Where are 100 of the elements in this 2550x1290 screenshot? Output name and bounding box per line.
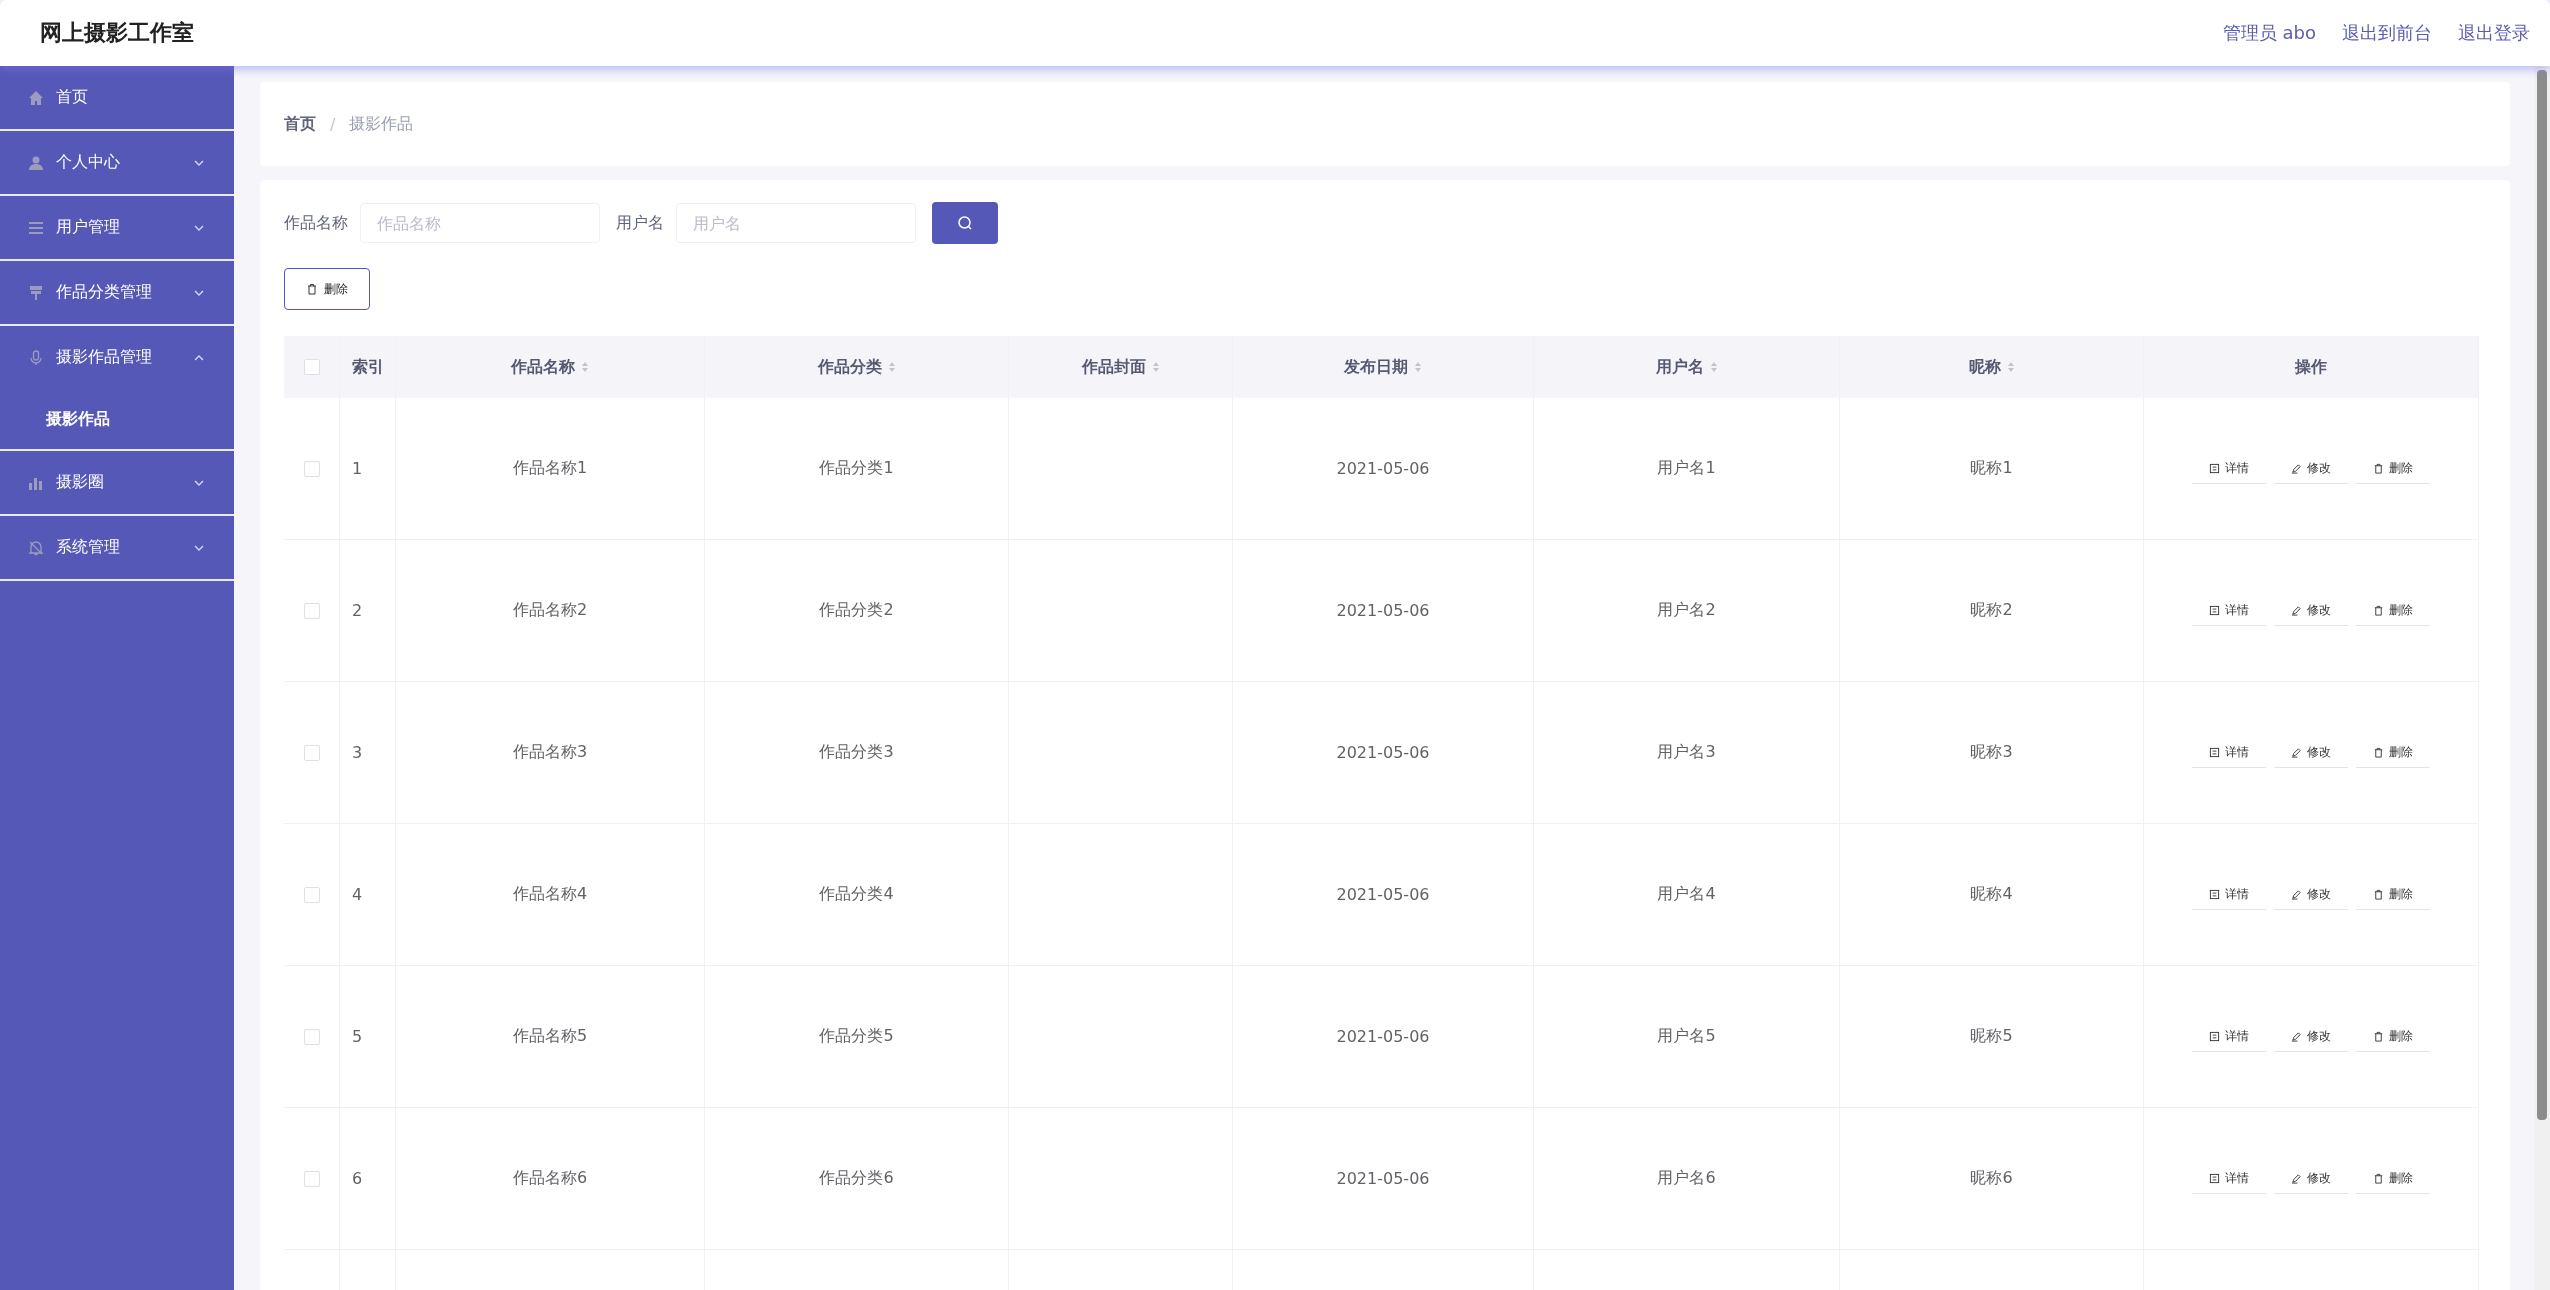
table-cell: 2021-05-06	[1336, 885, 1430, 904]
breadcrumb-separator: /	[330, 114, 336, 134]
table-cell: 6	[352, 1169, 363, 1188]
table-cell: 昵称4	[1970, 884, 2013, 905]
table-cell: 昵称3	[1970, 742, 2013, 763]
row-checkbox[interactable]	[303, 1028, 320, 1045]
column-header[interactable]: 作品封面	[1009, 336, 1233, 398]
table-cell: 用户名3	[1657, 742, 1716, 763]
bell-icon	[28, 539, 44, 556]
header-link[interactable]: 管理员 abo	[2222, 21, 2316, 45]
trash-icon	[2373, 462, 2384, 474]
table-cell: 昵称1	[1970, 458, 2013, 479]
pen-icon	[2291, 604, 2302, 616]
column-header[interactable]: 昵称	[1840, 336, 2144, 398]
sidebar-item[interactable]: 用户管理	[0, 196, 234, 259]
table-cell: 1	[352, 459, 363, 478]
scrollbar[interactable]	[2534, 66, 2550, 1290]
sidebar-item[interactable]: 摄影圈	[0, 451, 234, 514]
field-label: 作品名称	[284, 212, 348, 234]
trash-icon	[2373, 888, 2384, 900]
chevron-icon	[194, 224, 204, 231]
table-cell: 3	[352, 743, 363, 762]
table-cell: 作品名称6	[512, 1168, 588, 1189]
row-checkbox[interactable]	[303, 1170, 320, 1187]
sidebar-subitem[interactable]: 摄影作品	[0, 389, 234, 449]
table-cell: 作品分类1	[819, 458, 894, 479]
trash-icon	[2373, 1172, 2384, 1184]
table-cell: 作品分类3	[819, 742, 894, 763]
search-button[interactable]	[932, 202, 998, 244]
row-checkbox[interactable]	[303, 886, 320, 903]
microphone-icon	[28, 349, 44, 366]
table-cell: 昵称5	[1970, 1026, 2013, 1047]
table-cell: 作品分类6	[819, 1168, 894, 1189]
table-cell: 作品分类4	[819, 884, 894, 905]
stand-icon	[28, 284, 44, 301]
search-field[interactable]: 用户名	[676, 203, 916, 243]
sort-icon	[2006, 361, 2015, 373]
table-cell: 用户名2	[1657, 600, 1716, 621]
table-cell: 昵称2	[1970, 600, 2013, 621]
sort-icon	[1709, 361, 1718, 373]
pen-icon	[2291, 888, 2302, 900]
pen-icon	[2291, 746, 2302, 758]
table-cell: 作品名称3	[512, 742, 588, 763]
table-cell: 2021-05-06	[1336, 459, 1430, 478]
column-header[interactable]: 操作	[2144, 336, 2479, 398]
trash-icon	[2373, 1030, 2384, 1042]
row-checkbox[interactable]	[303, 602, 320, 619]
site-title: 网上摄影工作室	[40, 19, 194, 47]
select-all-checkbox[interactable]	[303, 359, 320, 375]
search-field[interactable]: 作品名称	[360, 203, 600, 243]
pen-icon	[2291, 462, 2302, 474]
field-label: 用户名	[616, 212, 664, 234]
user-icon	[28, 154, 44, 171]
row-checkbox[interactable]	[303, 744, 320, 761]
document-icon	[2209, 1030, 2220, 1042]
table-cell: 4	[352, 885, 363, 904]
sidebar-item[interactable]: 作品分类管理	[0, 261, 234, 324]
sidebar-item[interactable]: 系统管理	[0, 516, 234, 579]
pen-icon	[2291, 1172, 2302, 1184]
sort-icon	[581, 361, 589, 373]
sidebar-item[interactable]: 个人中心	[0, 131, 234, 194]
document-icon	[2209, 1172, 2220, 1184]
table-cell: 作品名称2	[512, 600, 588, 621]
column-header[interactable]: 发布日期	[1233, 336, 1534, 398]
column-header[interactable]: 用户名	[1534, 336, 1840, 398]
table-cell: 用户名6	[1657, 1168, 1716, 1189]
list-icon	[28, 219, 44, 236]
column-header[interactable]: 索引	[340, 336, 396, 398]
table-cell: 作品分类5	[819, 1026, 894, 1047]
header-link[interactable]: 退出登录	[2458, 21, 2530, 45]
table-cell: 2	[352, 601, 363, 620]
column-header[interactable]: 作品名称	[396, 336, 705, 398]
trash-icon	[2373, 746, 2384, 758]
table-cell: 2021-05-06	[1336, 601, 1430, 620]
document-icon	[2209, 604, 2220, 616]
document-icon	[2209, 746, 2220, 758]
sidebar-item[interactable]: 摄影作品管理	[0, 326, 234, 389]
column-header[interactable]: 作品分类	[705, 336, 1009, 398]
header-link[interactable]: 退出到前台	[2342, 21, 2432, 45]
table-cell: 用户名4	[1657, 884, 1716, 905]
delete-button[interactable]: 删除	[284, 268, 370, 310]
row-checkbox[interactable]	[303, 460, 320, 477]
table-cell: 作品名称1	[512, 458, 588, 479]
chevron-icon	[194, 544, 204, 551]
document-icon	[2209, 888, 2220, 900]
sort-icon	[1151, 361, 1160, 373]
sidebar-item[interactable]: 首页	[0, 66, 234, 129]
sort-icon	[1414, 361, 1422, 373]
table-cell: 2021-05-06	[1336, 1169, 1430, 1188]
table-cell: 作品名称4	[512, 884, 588, 905]
table-cell: 2021-05-06	[1336, 1027, 1430, 1046]
pen-icon	[2291, 1030, 2302, 1042]
sort-icon	[887, 361, 896, 373]
document-icon	[2209, 462, 2220, 474]
search-icon	[957, 215, 973, 231]
table-cell: 用户名5	[1657, 1026, 1716, 1047]
chevron-icon	[194, 159, 204, 166]
table-cell: 用户名1	[1657, 458, 1716, 479]
breadcrumb-link[interactable]: 首页	[284, 113, 316, 135]
table-cell: 作品名称5	[512, 1026, 588, 1047]
